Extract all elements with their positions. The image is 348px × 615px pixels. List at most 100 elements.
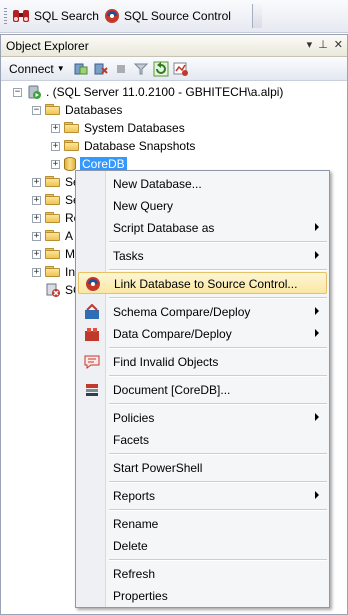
folder-icon <box>45 248 61 260</box>
menu-item-label: New Query <box>113 199 174 213</box>
menu-separator <box>109 347 327 349</box>
submenu-arrow-icon <box>315 329 319 337</box>
folder-icon <box>64 140 80 152</box>
expand-icon[interactable]: + <box>32 213 41 223</box>
database-icon <box>64 157 76 171</box>
chevron-down-icon: ▼ <box>56 64 65 73</box>
menu-separator <box>109 269 327 271</box>
sql-source-control-label: SQL Source Control <box>124 9 231 23</box>
toolbar-grip[interactable] <box>4 8 7 24</box>
menu-item-find-invalid-objects[interactable]: Find Invalid Objects <box>78 351 327 373</box>
menu-item-label: Tasks <box>113 249 144 263</box>
connect-button[interactable]: Connect ▼ <box>9 62 69 76</box>
sql-source-control-button[interactable]: SQL Source Control <box>104 6 231 26</box>
menu-item-refresh[interactable]: Refresh <box>78 563 327 585</box>
menu-item-new-query[interactable]: New Query <box>78 195 327 217</box>
menu-item-label: Policies <box>113 411 155 425</box>
collapse-icon[interactable]: − <box>32 105 41 115</box>
menu-item-new-database[interactable]: New Database... <box>78 173 327 195</box>
sql-agent-icon <box>46 283 60 297</box>
menu-item-label: Facets <box>113 433 150 447</box>
dropdown-icon[interactable]: ▾ <box>307 38 313 51</box>
menu-separator <box>109 481 327 483</box>
folder-icon <box>45 194 61 206</box>
schema-compare-icon <box>85 304 99 319</box>
database-snapshots-label: Database Snapshots <box>84 139 196 153</box>
tree-node-label: In <box>65 265 76 279</box>
databases-label: Databases <box>65 103 123 117</box>
menu-item-policies[interactable]: Policies <box>78 407 327 429</box>
menu-separator <box>109 509 327 511</box>
menu-item-label: Properties <box>113 589 168 603</box>
tree-node-replication[interactable]: + Re <box>32 209 80 227</box>
submenu-arrow-icon <box>315 223 319 231</box>
menu-item-tasks[interactable]: Tasks <box>78 245 327 267</box>
sql-search-label: SQL Search <box>34 9 99 23</box>
activity-monitor-icon[interactable] <box>173 61 189 77</box>
submenu-arrow-icon <box>315 251 319 259</box>
menu-item-reports[interactable]: Reports <box>78 485 327 507</box>
menu-item-label: Schema Compare/Deploy <box>113 305 251 319</box>
connect-server-icon[interactable] <box>73 61 89 77</box>
menu-separator <box>109 375 327 377</box>
tree-node-security[interactable]: + Se <box>32 173 80 191</box>
disconnect-icon[interactable] <box>93 61 109 77</box>
tree-node-server-objects[interactable]: + Se <box>32 191 80 209</box>
expand-icon[interactable]: + <box>32 231 41 241</box>
server-label: . (SQL Server 11.0.2100 - GBHITECH\a.alp… <box>46 85 284 99</box>
menu-item-label: Refresh <box>113 567 156 581</box>
menu-separator <box>109 559 327 561</box>
expand-icon[interactable]: + <box>32 177 41 187</box>
menu-item-label: Document [CoreDB]... <box>113 383 231 397</box>
tree-node-integration[interactable]: + In <box>32 263 75 281</box>
expand-icon[interactable]: + <box>51 141 60 151</box>
expand-icon[interactable]: + <box>51 159 60 169</box>
collapse-icon[interactable]: − <box>13 87 22 97</box>
close-icon[interactable]: ✕ <box>334 38 343 51</box>
folder-icon <box>45 104 61 116</box>
pin-icon[interactable]: ⊥ <box>318 38 328 51</box>
data-compare-icon <box>85 328 99 341</box>
tree-node-system-databases[interactable]: + System Databases <box>51 119 185 137</box>
menu-item-rename[interactable]: Rename <box>78 513 327 535</box>
menu-item-script-database-as[interactable]: Script Database as <box>78 217 327 239</box>
tree-node-database-snapshots[interactable]: + Database Snapshots <box>51 137 195 155</box>
tree-node-alwayson[interactable]: + A <box>32 227 73 245</box>
panel-title-controls: ▾ ⊥ ✕ <box>307 38 343 51</box>
menu-separator <box>109 297 327 299</box>
panel-title: Object Explorer <box>6 38 89 53</box>
filter-icon[interactable] <box>133 61 149 77</box>
menu-item-label: Start PowerShell <box>113 461 203 475</box>
refresh-icon[interactable] <box>153 61 169 77</box>
menu-separator <box>109 241 327 243</box>
stop-icon[interactable] <box>113 61 129 77</box>
folder-icon <box>64 122 80 134</box>
speech-bubble-icon <box>84 355 100 369</box>
menu-item-delete[interactable]: Delete <box>78 535 327 557</box>
menu-item-link-source-control[interactable]: Link Database to Source Control... <box>78 272 327 294</box>
folder-icon <box>45 176 61 188</box>
menu-item-label: Link Database to Source Control... <box>114 277 298 291</box>
menu-item-label: Data Compare/Deploy <box>113 327 232 341</box>
menu-item-document[interactable]: Document [CoreDB]... <box>78 379 327 401</box>
menu-item-label: Rename <box>113 517 159 531</box>
menu-item-facets[interactable]: Facets <box>78 429 327 451</box>
context-menu: New Database... New Query Script Databas… <box>75 170 330 608</box>
toolbar-overflow[interactable] <box>252 4 262 28</box>
expand-icon[interactable]: + <box>51 123 60 133</box>
submenu-arrow-icon <box>315 491 319 499</box>
menu-item-schema-compare[interactable]: Schema Compare/Deploy <box>78 301 327 323</box>
menu-item-properties[interactable]: Properties <box>78 585 327 607</box>
menu-item-start-powershell[interactable]: Start PowerShell <box>78 457 327 479</box>
sql-search-button[interactable]: SQL Search <box>12 6 99 26</box>
tree-node-management[interactable]: + M <box>32 245 75 263</box>
tree-node-databases[interactable]: − Databases <box>32 101 122 119</box>
expand-icon[interactable]: + <box>32 267 41 277</box>
folder-icon <box>45 212 61 224</box>
menu-item-data-compare[interactable]: Data Compare/Deploy <box>78 323 327 345</box>
panel-title-bar: Object Explorer ▾ ⊥ ✕ <box>1 35 347 57</box>
expand-icon[interactable]: + <box>32 195 41 205</box>
system-databases-label: System Databases <box>84 121 185 135</box>
tree-node-server[interactable]: − . (SQL Server 11.0.2100 - GBHITECH\a.a… <box>13 83 283 101</box>
expand-icon[interactable]: + <box>32 249 41 259</box>
